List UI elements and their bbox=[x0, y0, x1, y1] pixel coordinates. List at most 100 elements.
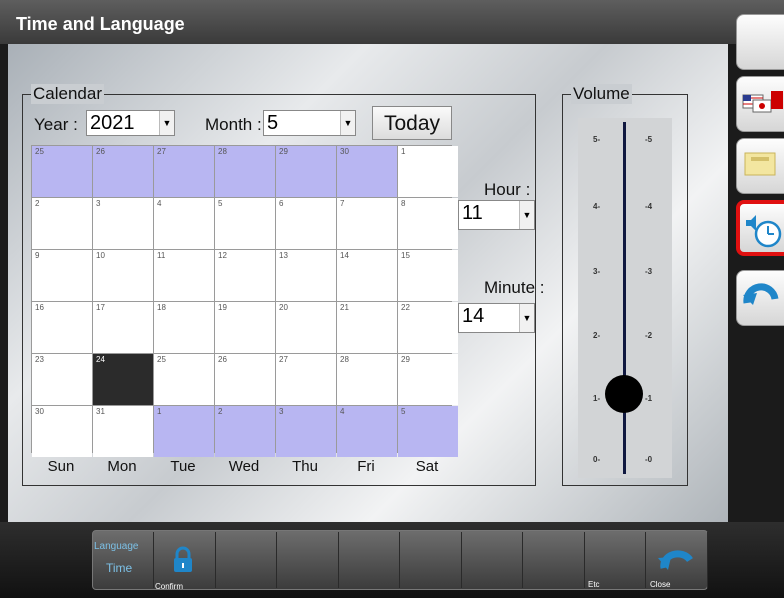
toolbar-segment[interactable] bbox=[524, 532, 585, 588]
volume-tick-left: 4- bbox=[593, 202, 601, 211]
undo-arrow-icon[interactable] bbox=[656, 544, 696, 574]
calendar-day-cell[interactable]: 26 bbox=[215, 354, 275, 405]
year-value: 2021 bbox=[90, 112, 135, 134]
toolbar-segment[interactable] bbox=[278, 532, 339, 588]
chevron-down-icon[interactable]: ▼ bbox=[340, 111, 355, 135]
calendar-day-cell[interactable]: 17 bbox=[93, 302, 153, 353]
chevron-down-icon[interactable]: ▼ bbox=[519, 201, 534, 229]
minute-select[interactable]: 14 ▼ bbox=[458, 303, 535, 333]
weekday-label: Mon bbox=[107, 458, 137, 475]
year-label: Year : bbox=[34, 115, 78, 134]
calendar-day-cell[interactable]: 25 bbox=[32, 146, 92, 197]
calendar-day-cell[interactable]: 4 bbox=[154, 198, 214, 249]
volume-group-label: Volume bbox=[571, 84, 632, 104]
calendar-day-number: 25 bbox=[157, 355, 166, 364]
volume-tick-left: 5- bbox=[593, 135, 601, 144]
calendar-day-cell[interactable]: 13 bbox=[276, 250, 336, 301]
calendar-day-number: 10 bbox=[96, 251, 105, 260]
calendar-day-number: 1 bbox=[157, 407, 162, 416]
calendar-day-cell[interactable]: 7 bbox=[337, 198, 397, 249]
calendar-day-cell[interactable]: 2 bbox=[32, 198, 92, 249]
calendar-grid: 25 26 27 28 29 30 1 2 3 4 5 6 7 8 9 10 11 12 13 14 15 16 17 18 1… bbox=[31, 145, 458, 457]
calendar-day-cell[interactable]: 9 bbox=[32, 250, 92, 301]
calendar-day-cell[interactable]: 31 bbox=[93, 406, 153, 457]
calendar-day-cell[interactable]: 20 bbox=[276, 302, 336, 353]
calendar-day-cell[interactable]: 16 bbox=[32, 302, 92, 353]
calendar-day-cell[interactable]: 3 bbox=[93, 198, 153, 249]
calendar-day-cell[interactable]: 1 bbox=[154, 406, 214, 457]
calendar-day-cell[interactable]: 1 bbox=[398, 146, 458, 197]
calendar-day-cell[interactable]: 23 bbox=[32, 354, 92, 405]
time-tab-label[interactable]: Time bbox=[106, 561, 132, 575]
sidebar-back-button[interactable] bbox=[736, 270, 784, 326]
calendar-day-cell[interactable]: 8 bbox=[398, 198, 458, 249]
volume-tick-left: 1- bbox=[593, 394, 601, 403]
lock-icon[interactable] bbox=[172, 546, 194, 574]
calendar-day-cell[interactable]: 25 bbox=[154, 354, 214, 405]
calendar-day-cell[interactable]: 29 bbox=[276, 146, 336, 197]
calendar-day-cell[interactable]: 2 bbox=[215, 406, 275, 457]
calendar-day-cell[interactable]: 28 bbox=[215, 146, 275, 197]
calendar-day-cell[interactable]: 27 bbox=[276, 354, 336, 405]
calendar-day-cell[interactable]: 29 bbox=[398, 354, 458, 405]
title-bar: Time and Language bbox=[0, 0, 784, 44]
sidebar-time-volume-button[interactable] bbox=[736, 200, 784, 256]
hour-label: Hour : bbox=[484, 180, 531, 199]
calendar-day-number: 3 bbox=[279, 407, 284, 416]
calendar-day-number: 26 bbox=[218, 355, 227, 364]
back-arrow-icon bbox=[743, 283, 779, 305]
close-label[interactable]: Close bbox=[650, 580, 670, 589]
calendar-day-cell[interactable]: 22 bbox=[398, 302, 458, 353]
calendar-day-cell[interactable]: 18 bbox=[154, 302, 214, 353]
calendar-day-cell[interactable]: 21 bbox=[337, 302, 397, 353]
calendar-day-cell[interactable]: 10 bbox=[93, 250, 153, 301]
volume-tick-right: -3 bbox=[645, 267, 653, 276]
weekday-label: Fri bbox=[357, 458, 375, 475]
sidebar-language-button[interactable] bbox=[736, 76, 784, 132]
toolbar-segment[interactable] bbox=[216, 532, 277, 588]
toolbar-segment[interactable] bbox=[339, 532, 400, 588]
calendar-day-cell[interactable]: 12 bbox=[215, 250, 275, 301]
calendar-day-number: 2 bbox=[35, 199, 40, 208]
confirm-label[interactable]: Confirm bbox=[155, 582, 183, 591]
chevron-down-icon[interactable]: ▼ bbox=[519, 304, 534, 332]
hour-select[interactable]: 11 ▼ bbox=[458, 200, 535, 230]
year-select[interactable]: 2021 ▼ bbox=[86, 110, 175, 136]
calendar-day-cell[interactable]: 4 bbox=[337, 406, 397, 457]
calendar-day-cell[interactable]: 6 bbox=[276, 198, 336, 249]
today-button[interactable]: Today bbox=[372, 106, 452, 140]
calendar-day-number: 19 bbox=[218, 303, 227, 312]
calendar-day-number: 27 bbox=[157, 147, 166, 156]
calendar-day-number: 18 bbox=[157, 303, 166, 312]
calendar-day-number: 8 bbox=[401, 199, 406, 208]
etc-label[interactable]: Etc bbox=[588, 580, 600, 589]
sidebar-network-button[interactable] bbox=[736, 138, 784, 194]
calendar-day-cell[interactable]: 5 bbox=[398, 406, 458, 457]
volume-track-line bbox=[623, 122, 626, 474]
calendar-day-cell[interactable]: 30 bbox=[337, 146, 397, 197]
calendar-day-cell[interactable]: 26 bbox=[93, 146, 153, 197]
volume-knob[interactable] bbox=[605, 375, 643, 413]
calendar-day-cell[interactable]: 3 bbox=[276, 406, 336, 457]
calendar-day-cell[interactable]: 19 bbox=[215, 302, 275, 353]
sidebar-blank-button[interactable] bbox=[736, 14, 784, 70]
calendar-day-number: 22 bbox=[401, 303, 410, 312]
calendar-day-cell[interactable]: 28 bbox=[337, 354, 397, 405]
calendar-day-cell[interactable]: 15 bbox=[398, 250, 458, 301]
toolbar-segment[interactable] bbox=[401, 532, 462, 588]
calendar-day-number: 9 bbox=[35, 251, 40, 260]
volume-tick-left: 2- bbox=[593, 331, 601, 340]
chevron-down-icon[interactable]: ▼ bbox=[159, 111, 174, 135]
calendar-day-cell[interactable]: 5 bbox=[215, 198, 275, 249]
calendar-day-number: 7 bbox=[340, 199, 345, 208]
month-select[interactable]: 5 ▼ bbox=[263, 110, 356, 136]
month-value: 5 bbox=[267, 112, 279, 134]
toolbar-segment[interactable] bbox=[462, 532, 523, 588]
calendar-day-cell[interactable]: 27 bbox=[154, 146, 214, 197]
calendar-day-cell[interactable]: 14 bbox=[337, 250, 397, 301]
calendar-day-cell[interactable]: 11 bbox=[154, 250, 214, 301]
language-tab-label[interactable]: Language bbox=[94, 541, 139, 552]
calendar-day-cell[interactable]: 24 bbox=[93, 354, 153, 405]
volume-clock-icon bbox=[746, 215, 782, 248]
calendar-day-cell[interactable]: 30 bbox=[32, 406, 92, 457]
